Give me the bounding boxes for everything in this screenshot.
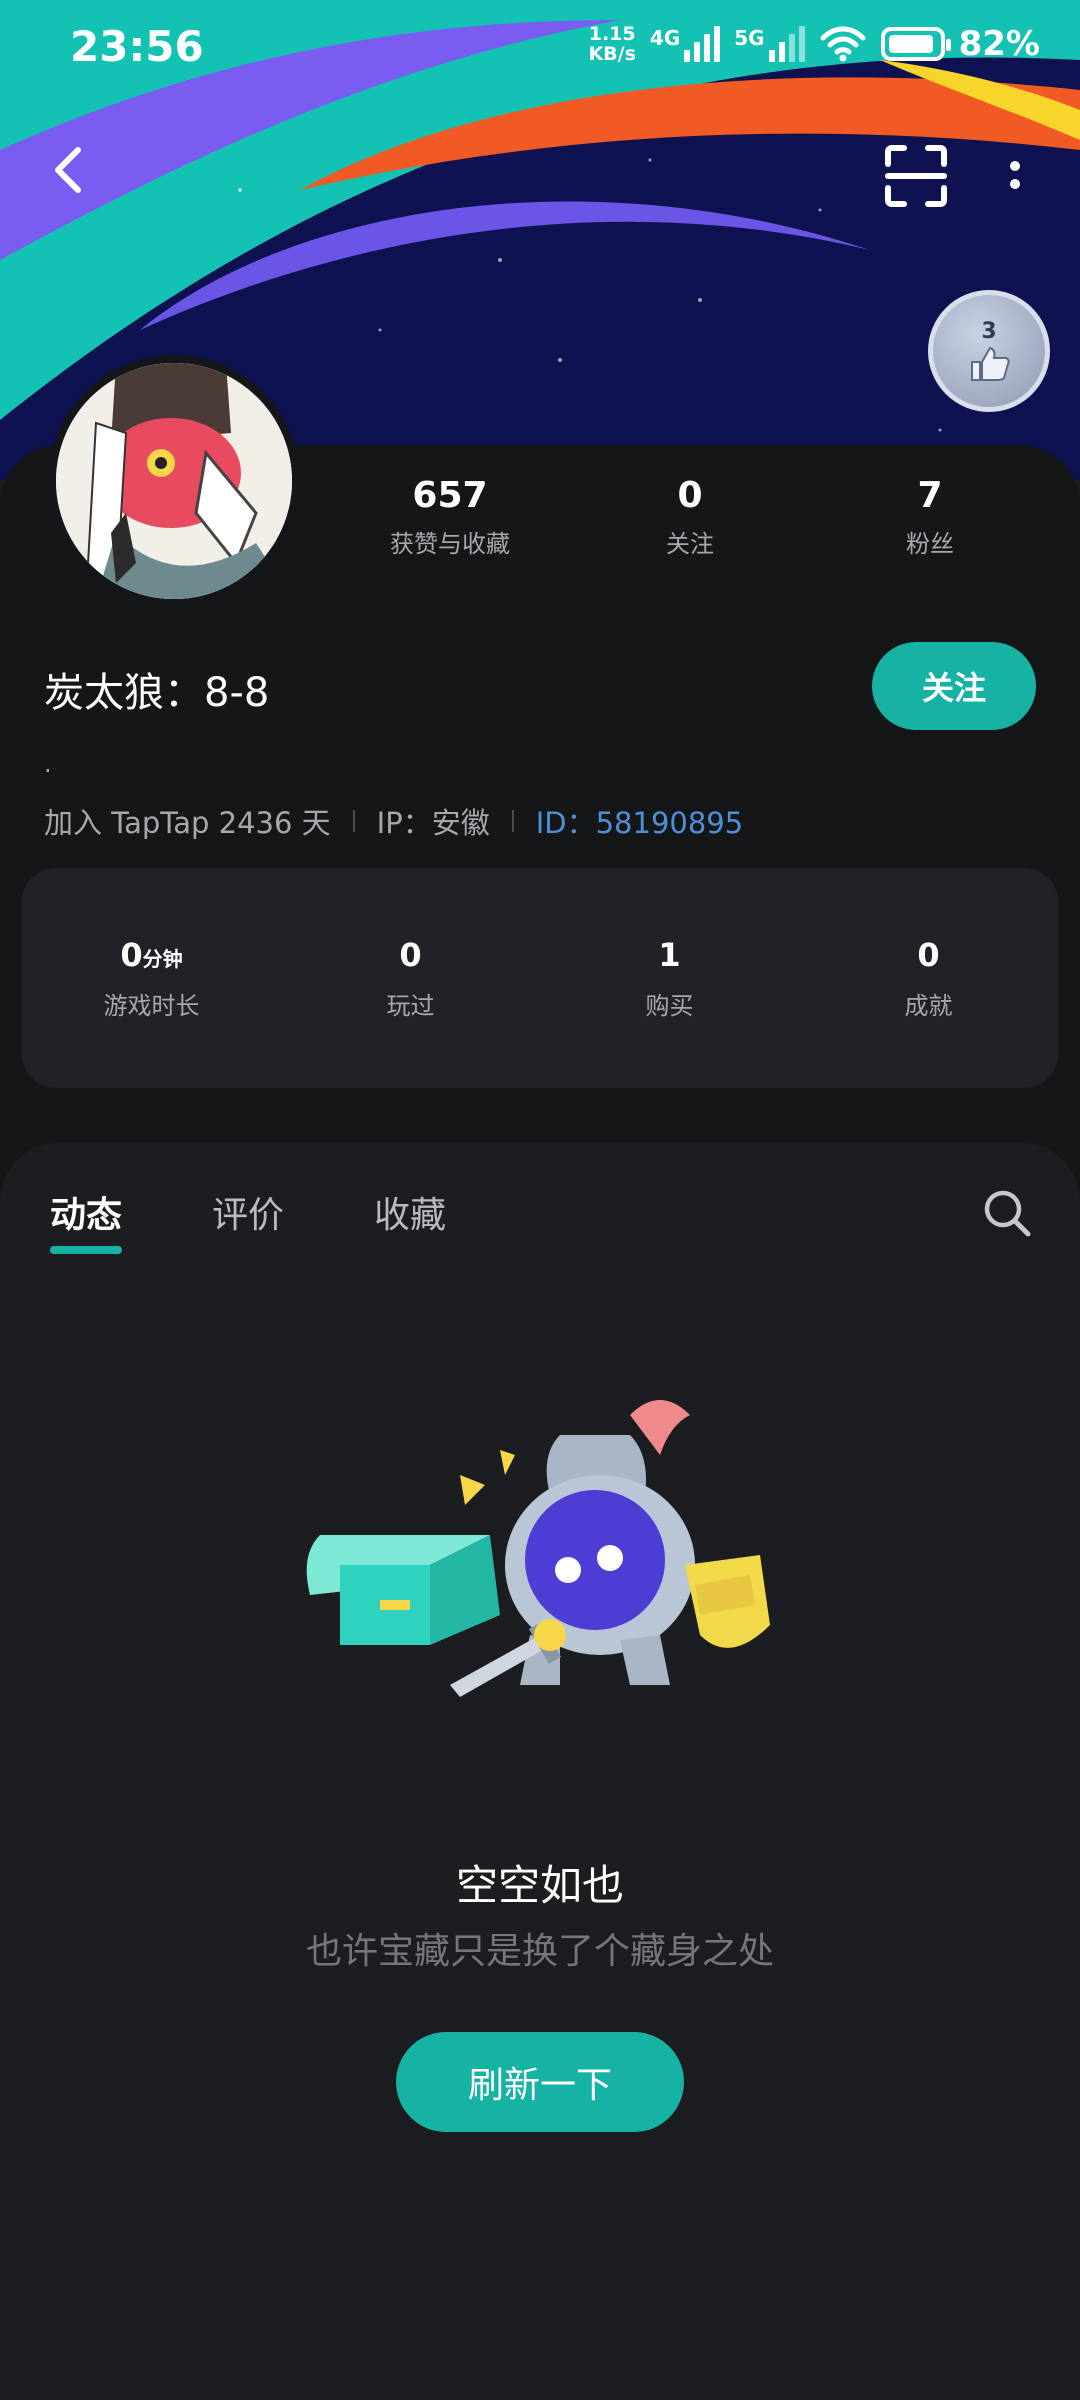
username: 炭太狼：8-8 (44, 670, 270, 716)
tab-reviews[interactable]: 评价 (212, 1186, 284, 1238)
content-tabs: 动态 评价 收藏 (50, 1186, 536, 1254)
back-arrow-icon[interactable] (40, 140, 100, 200)
follow-button[interactable]: 关注 (872, 642, 1036, 730)
content-sheet (0, 1142, 1080, 2400)
profile-stats: 657 获赞与收藏 0 关注 7 粉丝 (330, 475, 1050, 559)
tab-activity[interactable]: 动态 (50, 1186, 123, 1254)
signal-bars-icon (768, 26, 805, 62)
status-icons: 1.15 KB/s 4G 5G 82% (588, 24, 1040, 64)
signal-5g: 5G (734, 26, 805, 62)
level-badge[interactable]: 3 (928, 290, 1050, 412)
stat-played[interactable]: 0 玩过 (281, 868, 540, 1088)
user-id[interactable]: ID：58190895 (536, 800, 744, 842)
wifi-icon (820, 26, 866, 62)
status-bar: 23:56 1.15 KB/s 4G 5G 82% (0, 0, 1080, 100)
divider (352, 810, 355, 832)
status-time: 23:56 (70, 22, 204, 71)
more-options-icon[interactable] (995, 150, 1035, 210)
bio: . (44, 750, 52, 778)
battery-icon (880, 27, 951, 61)
stat-play-time[interactable]: 0分钟 游戏时长 (22, 868, 281, 1088)
network-speed: 1.15 KB/s (588, 23, 636, 65)
empty-state-illustration (306, 1400, 770, 1697)
join-days: 加入 TapTap 2436 天 (44, 806, 331, 840)
thumbs-up-icon (971, 346, 1010, 381)
signal-4g: 4G (650, 26, 721, 62)
stat-likes[interactable]: 657 获赞与收藏 (330, 475, 570, 559)
stat-followers[interactable]: 7 粉丝 (810, 475, 1050, 559)
avatar-image (56, 363, 292, 599)
ip-location: IP：安徽 (376, 806, 490, 840)
profile-meta: 加入 TapTap 2436 天 IP：安徽 ID：58190895 (44, 800, 743, 842)
stat-achievements[interactable]: 0 成就 (799, 868, 1058, 1088)
stat-following[interactable]: 0 关注 (570, 475, 810, 559)
battery-percent: 82% (958, 24, 1040, 64)
empty-state-title: 空空如也 (455, 1861, 624, 1910)
refresh-button[interactable]: 刷新一下 (396, 2032, 684, 2132)
search-icon[interactable] (980, 1186, 1034, 1240)
avatar[interactable] (48, 355, 300, 607)
tab-favorites[interactable]: 收藏 (374, 1186, 446, 1238)
scan-icon[interactable] (880, 140, 952, 212)
empty-state-subtitle: 也许宝藏只是换了个藏身之处 (305, 1931, 774, 1972)
stat-purchased[interactable]: 1 购买 (540, 868, 799, 1088)
signal-bars-icon (684, 26, 721, 62)
divider (511, 810, 514, 832)
game-stats-card: 0分钟 游戏时长 0 玩过 1 购买 0 成就 (22, 868, 1058, 1088)
